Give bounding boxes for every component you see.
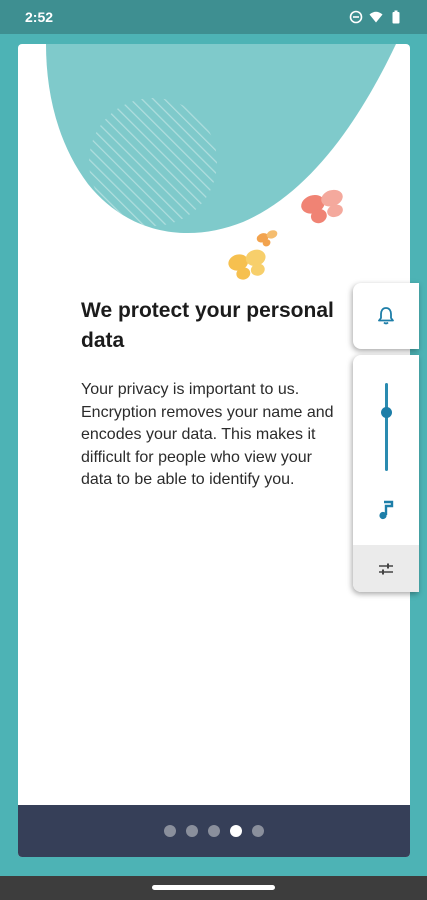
page-indicator-dot-active[interactable] (230, 825, 242, 837)
card-footer (18, 805, 410, 857)
sliders-icon (379, 563, 393, 574)
page-indicator-dot[interactable] (186, 825, 198, 837)
page-indicator-dot[interactable] (252, 825, 264, 837)
page-body-text: Your privacy is important to us. Encrypt… (81, 381, 334, 488)
navigation-bar (0, 876, 427, 900)
bell-icon (378, 307, 394, 325)
page-indicator-dot[interactable] (164, 825, 176, 837)
hero-illustration (46, 44, 396, 280)
ringer-mode-button[interactable] (353, 283, 419, 349)
status-time: 2:52 (25, 9, 54, 25)
page-title: We protect your personal data (81, 299, 334, 352)
status-icons (349, 10, 403, 24)
wifi-icon (369, 11, 383, 23)
page-indicator-dot[interactable] (208, 825, 220, 837)
status-bar: 2:52 (0, 0, 427, 34)
media-volume-slider[interactable] (385, 383, 388, 471)
home-gesture-handle[interactable] (152, 885, 275, 890)
media-volume-thumb[interactable] (381, 406, 392, 418)
onboarding-card: We protect your personal data Your priva… (18, 44, 410, 857)
do-not-disturb-icon (349, 10, 363, 24)
butterfly-small-icon (256, 230, 278, 247)
butterfly-medium-icon (228, 249, 266, 280)
volume-panel (353, 355, 419, 592)
butterfly-large-icon (301, 189, 343, 224)
volume-settings-button[interactable] (353, 545, 419, 592)
battery-icon (392, 10, 400, 24)
music-note-icon[interactable] (375, 499, 397, 521)
